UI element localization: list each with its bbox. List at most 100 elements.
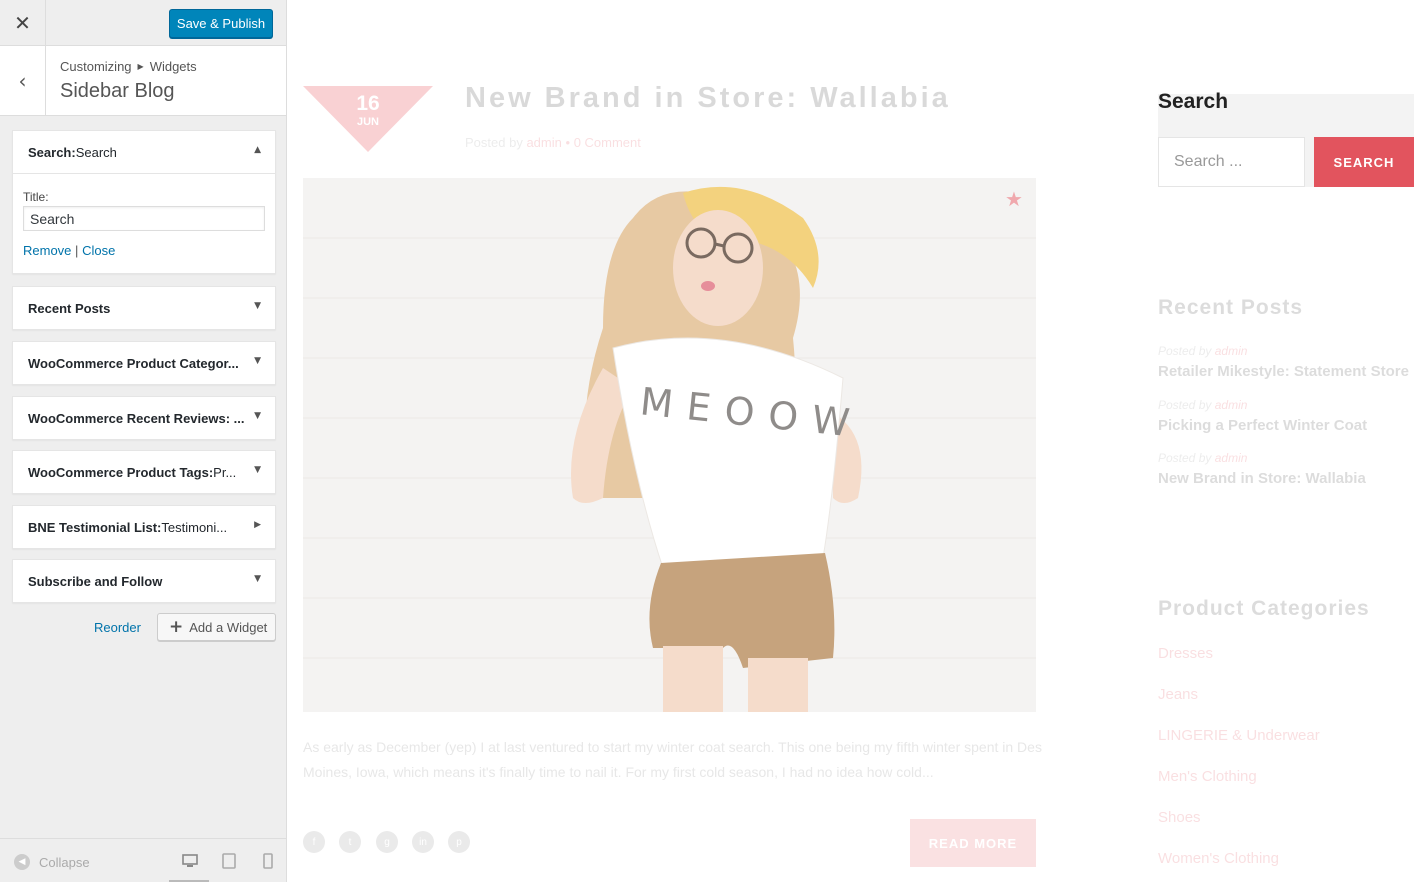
- svg-text:★: ★: [1005, 187, 1023, 211]
- widget-header-subscribe-follow[interactable]: Subscribe and Follow ▼: [13, 560, 275, 602]
- recent-post-title[interactable]: New Brand in Store: Wallabia: [1158, 470, 1366, 487]
- category-link[interactable]: Jeans: [1158, 686, 1198, 703]
- expand-arrow-icon[interactable]: ▼: [254, 356, 261, 366]
- mobile-preview-icon[interactable]: [259, 853, 277, 869]
- pinterest-share-icon[interactable]: p: [448, 831, 470, 853]
- widget-testimonial-list[interactable]: BNE Testimonial List: Testimoni... ▶: [12, 505, 276, 549]
- post-title[interactable]: New Brand in Store: Wallabia: [465, 82, 951, 115]
- posted-by-label: Posted by: [1158, 344, 1212, 358]
- author-link[interactable]: admin: [1215, 344, 1248, 358]
- widget-header-recent-posts[interactable]: Recent Posts ▼: [13, 287, 275, 329]
- featured-image[interactable]: ★ MEOOW: [303, 178, 1036, 712]
- customizer-header: ✕ Save & Publish: [0, 0, 286, 46]
- category-link[interactable]: Women's Clothing: [1158, 850, 1279, 867]
- collapse-label[interactable]: Collapse: [39, 855, 90, 870]
- expand-arrow-icon[interactable]: ▼: [254, 574, 261, 584]
- site-preview: 16 JUN New Brand in Store: Wallabia Post…: [287, 0, 1427, 882]
- facebook-share-icon[interactable]: f: [303, 831, 325, 853]
- section-title-bar: ‹ Customizing ▶ Widgets Sidebar Blog: [0, 46, 286, 116]
- date-month: JUN: [356, 116, 379, 128]
- post-meta: Posted by admin • 0 Comment: [465, 135, 641, 150]
- back-button[interactable]: ‹: [0, 46, 46, 115]
- recent-post-meta: Posted by admin: [1158, 344, 1247, 358]
- widget-header-testimonial-list[interactable]: BNE Testimonial List: Testimoni... ▶: [13, 506, 275, 548]
- add-widget-label: Add a Widget: [189, 619, 268, 635]
- breadcrumb-customizing: Customizing: [60, 59, 132, 74]
- widget-header-product-categories[interactable]: WooCommerce Product Categor... ▼: [13, 342, 275, 384]
- widget-search-form: Title: Remove | Close: [13, 173, 275, 273]
- widget-actions: Remove | Close: [23, 243, 265, 258]
- recent-post-title[interactable]: Picking a Perfect Winter Coat: [1158, 417, 1367, 434]
- widget-type-label: WooCommerce Recent Reviews: ...: [28, 410, 245, 426]
- comments-link[interactable]: 0 Comment: [574, 135, 641, 150]
- title-field-label: Title:: [23, 190, 49, 204]
- search-widget-heading: Search: [1158, 90, 1229, 113]
- expand-right-arrow-icon[interactable]: ▶: [254, 520, 261, 530]
- category-link[interactable]: Dresses: [1158, 645, 1213, 662]
- date-day: 16: [356, 92, 380, 115]
- category-link[interactable]: Men's Clothing: [1158, 768, 1257, 785]
- post-excerpt: As early as December (yep) I at last ven…: [303, 739, 1042, 780]
- posted-by-label: Posted by: [1158, 451, 1212, 465]
- expand-arrow-icon[interactable]: ▼: [254, 301, 261, 311]
- widget-product-tags[interactable]: WooCommerce Product Tags: Pr... ▼: [12, 450, 276, 494]
- desktop-preview-icon[interactable]: [181, 853, 199, 869]
- recent-post-title[interactable]: Retailer Mikestyle: Statement Store: [1158, 363, 1409, 380]
- author-link[interactable]: admin: [1215, 451, 1248, 465]
- category-link[interactable]: LINGERIE & Underwear: [1158, 727, 1320, 744]
- action-separator: |: [75, 243, 79, 258]
- close-customizer-button[interactable]: ✕: [0, 0, 46, 46]
- widget-subscribe-follow[interactable]: Subscribe and Follow ▼: [12, 559, 276, 603]
- read-more-button[interactable]: READ MORE: [910, 819, 1036, 867]
- widget-type-label: BNE Testimonial List:: [28, 519, 162, 535]
- search-button[interactable]: SEARCH: [1314, 137, 1414, 187]
- widget-type-label: Subscribe and Follow: [28, 573, 163, 589]
- widget-type-label: WooCommerce Product Tags:: [28, 464, 214, 480]
- widget-type-label: Recent Posts: [28, 300, 111, 316]
- recent-posts-heading: Recent Posts: [1158, 296, 1304, 319]
- widget-recent-posts[interactable]: Recent Posts ▼: [12, 286, 276, 330]
- expand-arrow-icon[interactable]: ▼: [254, 465, 261, 475]
- widget-type-label: WooCommerce Product Categor...: [28, 355, 239, 371]
- breadcrumb-arrow-icon: ▶: [137, 62, 144, 71]
- expand-arrow-icon[interactable]: ▼: [254, 411, 261, 421]
- section-name: Sidebar Blog: [60, 80, 175, 102]
- widget-recent-reviews[interactable]: WooCommerce Recent Reviews: ... ▼: [12, 396, 276, 440]
- google-plus-share-icon[interactable]: g: [376, 831, 398, 853]
- tablet-preview-icon[interactable]: [220, 853, 238, 869]
- widget-header-product-tags[interactable]: WooCommerce Product Tags: Pr... ▼: [13, 451, 275, 493]
- posted-by-label: Posted by: [1158, 398, 1212, 412]
- widget-product-categories[interactable]: WooCommerce Product Categor... ▼: [12, 341, 276, 385]
- author-link[interactable]: admin: [1215, 398, 1248, 412]
- widget-title-label: Pr...: [213, 464, 237, 480]
- collapse-arrow-icon[interactable]: ▲: [254, 145, 261, 155]
- customizer-footer: ◀ Collapse: [0, 838, 286, 882]
- widget-header-search[interactable]: Search: Search ▲: [13, 131, 275, 173]
- recent-post-meta: Posted by admin: [1158, 451, 1247, 465]
- customizer-panel: ✕ Save & Publish ‹ Customizing ▶ Widgets…: [0, 0, 287, 882]
- posted-by-label: Posted by: [465, 135, 523, 150]
- collapse-arrow-icon[interactable]: ◀: [14, 854, 30, 870]
- widget-type-label: Search:: [28, 144, 76, 160]
- search-input[interactable]: Search ...: [1158, 137, 1305, 187]
- chevron-left-icon: ‹: [18, 68, 27, 93]
- widget-header-recent-reviews[interactable]: WooCommerce Recent Reviews: ... ▼: [13, 397, 275, 439]
- title-field[interactable]: [23, 206, 265, 231]
- linkedin-share-icon[interactable]: in: [412, 831, 434, 853]
- search-placeholder: Search ...: [1174, 153, 1243, 170]
- category-link[interactable]: Shoes: [1158, 809, 1201, 826]
- recent-post-meta: Posted by admin: [1158, 398, 1247, 412]
- close-link[interactable]: Close: [82, 243, 115, 258]
- add-widget-button[interactable]: + Add a Widget: [157, 613, 276, 641]
- product-categories-heading: Product Categories: [1158, 597, 1370, 620]
- widget-title-label: Testimoni...: [161, 519, 228, 535]
- breadcrumb: Customizing ▶ Widgets: [60, 59, 197, 74]
- twitter-share-icon[interactable]: t: [339, 831, 361, 853]
- reorder-link[interactable]: Reorder: [94, 620, 141, 635]
- meta-separator: •: [565, 135, 571, 150]
- plus-icon: +: [169, 617, 184, 637]
- save-publish-button[interactable]: Save & Publish: [169, 9, 273, 38]
- author-link[interactable]: admin: [526, 135, 561, 150]
- remove-link[interactable]: Remove: [23, 243, 71, 258]
- widget-search: Search: Search ▲ Title: Remove | Close: [12, 130, 276, 274]
